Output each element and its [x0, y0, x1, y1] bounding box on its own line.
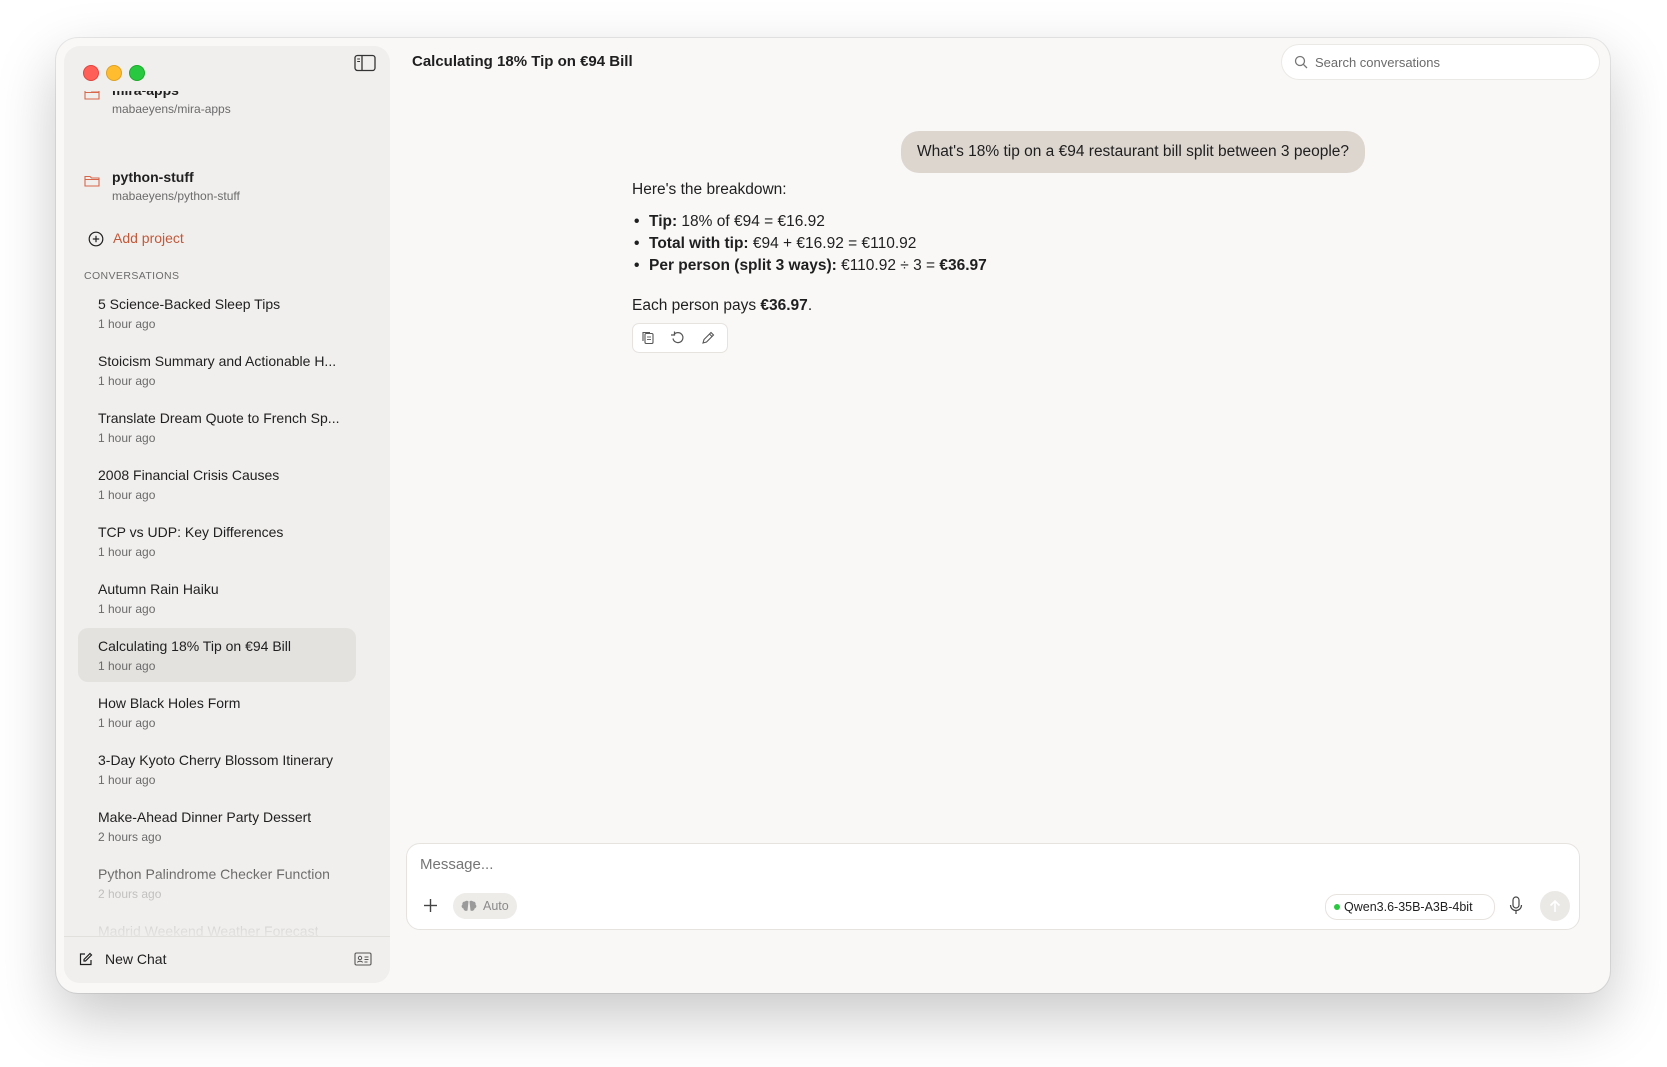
- assistant-conclusion: Each person pays €36.97.: [632, 297, 812, 315]
- bullet-result: €36.97: [939, 257, 987, 274]
- search-icon: [1294, 55, 1308, 69]
- message-input-placeholder: Message...: [420, 856, 494, 873]
- conversation-item[interactable]: 2008 Financial Crisis Causes 1 hour ago: [78, 457, 356, 511]
- conversation-title: Python Palindrome Checker Function: [98, 866, 330, 882]
- bullet-text: €110.92 ÷ 3 =: [836, 257, 940, 274]
- send-button[interactable]: [1540, 891, 1570, 921]
- bullet-text: €94 + €16.92 = €110.92: [748, 235, 917, 252]
- conversation-time: 1 hour ago: [98, 317, 156, 331]
- conversation-title: Translate Dream Quote to French Sp...: [98, 410, 340, 426]
- conversation-item[interactable]: TCP vs UDP: Key Differences 1 hour ago: [78, 514, 356, 568]
- conversation-time: 1 hour ago: [98, 374, 156, 388]
- conversation-time: 2 hours ago: [98, 830, 162, 844]
- app-window: mira-apps mabaeyens/mira-apps python-stu…: [56, 38, 1610, 993]
- conclusion-suffix: .: [807, 297, 813, 314]
- breakdown-bullet: Tip: 18% of €94 = €16.92: [634, 213, 825, 231]
- conversation-title: Make-Ahead Dinner Party Dessert: [98, 809, 312, 825]
- sidebar-footer: New Chat: [64, 936, 390, 983]
- conversations-section-label: CONVERSATIONS: [84, 270, 180, 282]
- conversation-item[interactable]: 5 Science-Backed Sleep Tips 1 hour ago: [78, 286, 356, 340]
- conversation-title: Stoicism Summary and Actionable H...: [98, 353, 337, 369]
- compose-icon: [79, 952, 93, 966]
- regenerate-icon[interactable]: [670, 330, 686, 346]
- message-composer[interactable]: Message... Auto Qwen3.6-35B-A3B-4bit: [406, 843, 1580, 930]
- minimize-window-button[interactable]: [106, 65, 122, 81]
- arrow-up-icon: [1549, 899, 1561, 912]
- model-status-dot: [1334, 904, 1340, 910]
- message-actions: [632, 323, 728, 353]
- conversation-title: Madrid Weekend Weather Forecast: [98, 923, 319, 936]
- conversation-time: 1 hour ago: [98, 488, 156, 502]
- conversation-title: How Black Holes Form: [98, 695, 241, 711]
- conversation-title: TCP vs UDP: Key Differences: [98, 524, 284, 540]
- bullet-label: Tip:: [649, 213, 678, 230]
- conversation-time: 2 hours ago: [98, 887, 162, 901]
- conversation-item-active[interactable]: Calculating 18% Tip on €94 Bill 1 hour a…: [78, 628, 356, 682]
- folder-icon: [84, 175, 100, 187]
- bullet-label: Per person (split 3 ways):: [649, 257, 837, 274]
- assistant-intro: Here's the breakdown:: [632, 181, 787, 198]
- zoom-window-button[interactable]: [129, 65, 145, 81]
- search-input[interactable]: Search conversations: [1282, 45, 1599, 79]
- conversation-time: 1 hour ago: [98, 716, 156, 730]
- conversation-title: 5 Science-Backed Sleep Tips: [98, 296, 281, 312]
- conclusion-amount: €36.97: [760, 297, 808, 314]
- attach-plus-icon[interactable]: [423, 898, 438, 913]
- conversation-item[interactable]: Translate Dream Quote to French Sp... 1 …: [78, 400, 356, 454]
- plus-circle-icon: [88, 231, 104, 247]
- bullet-text: 18% of €94 = €16.92: [677, 213, 825, 230]
- brain-icon: [461, 900, 477, 911]
- conversation-time: 1 hour ago: [98, 659, 156, 673]
- copy-icon[interactable]: [640, 330, 656, 346]
- bullet-label: Total with tip:: [649, 235, 749, 252]
- conversation-item[interactable]: Stoicism Summary and Actionable H... 1 h…: [78, 343, 356, 397]
- edit-icon[interactable]: [700, 330, 716, 346]
- new-chat-label: New Chat: [105, 951, 167, 967]
- model-name: Qwen3.6-35B-A3B-4bit: [1344, 900, 1473, 914]
- conversation-title-header: Calculating 18% Tip on €94 Bill: [412, 53, 633, 70]
- sidebar: mira-apps mabaeyens/mira-apps python-stu…: [64, 46, 390, 983]
- breakdown-bullet: Total with tip: €94 + €16.92 = €110.92: [634, 235, 917, 253]
- user-message-bubble: What's 18% tip on a €94 restaurant bill …: [900, 131, 1365, 173]
- project-item-mira-apps[interactable]: mira-apps mabaeyens/mira-apps: [84, 91, 364, 122]
- add-project-button[interactable]: Add project: [88, 229, 228, 249]
- breakdown-bullet: Per person (split 3 ways): €110.92 ÷ 3 =…: [634, 257, 987, 275]
- add-project-label: Add project: [113, 230, 184, 246]
- conversation-title: Calculating 18% Tip on €94 Bill: [98, 638, 292, 654]
- conversation-item[interactable]: Python Palindrome Checker Function 2 hou…: [78, 856, 356, 910]
- conversation-item[interactable]: Madrid Weekend Weather Forecast: [78, 913, 356, 936]
- conversation-item[interactable]: How Black Holes Form 1 hour ago: [78, 685, 356, 739]
- model-selector[interactable]: Qwen3.6-35B-A3B-4bit: [1325, 894, 1495, 920]
- new-chat-button[interactable]: New Chat: [78, 949, 198, 971]
- search-placeholder: Search conversations: [1315, 55, 1441, 70]
- close-window-button[interactable]: [83, 65, 99, 81]
- conversation-title: 3-Day Kyoto Cherry Blossom Itinerary: [98, 752, 333, 768]
- project-repo: mabaeyens/python-stuff: [112, 189, 240, 203]
- project-repo: mabaeyens/mira-apps: [112, 102, 231, 116]
- conversation-time: 1 hour ago: [98, 773, 156, 787]
- project-name: python-stuff: [112, 169, 194, 185]
- conclusion-text: Each person pays: [632, 297, 761, 314]
- conversation-item[interactable]: Autumn Rain Haiku 1 hour ago: [78, 571, 356, 625]
- project-item-python-stuff[interactable]: python-stuff mabaeyens/python-stuff: [84, 169, 364, 209]
- sidebar-toggle-icon[interactable]: [354, 54, 376, 72]
- folder-icon: [84, 91, 100, 100]
- conversation-item[interactable]: 3-Day Kyoto Cherry Blossom Itinerary 1 h…: [78, 742, 356, 796]
- auto-mode-toggle[interactable]: Auto: [453, 893, 517, 919]
- conversation-title: Autumn Rain Haiku: [98, 581, 219, 597]
- auto-mode-label: Auto: [483, 899, 509, 913]
- conversation-item[interactable]: Make-Ahead Dinner Party Dessert 2 hours …: [78, 799, 356, 853]
- contact-card-icon[interactable]: [354, 951, 372, 967]
- conversation-time: 1 hour ago: [98, 545, 156, 559]
- project-name: mira-apps: [112, 91, 179, 98]
- conversation-time: 1 hour ago: [98, 431, 156, 445]
- conversation-time: 1 hour ago: [98, 602, 156, 616]
- microphone-icon[interactable]: [1509, 896, 1523, 916]
- sidebar-scroll-area[interactable]: mira-apps mabaeyens/mira-apps python-stu…: [64, 91, 390, 936]
- conversation-title: 2008 Financial Crisis Causes: [98, 467, 280, 483]
